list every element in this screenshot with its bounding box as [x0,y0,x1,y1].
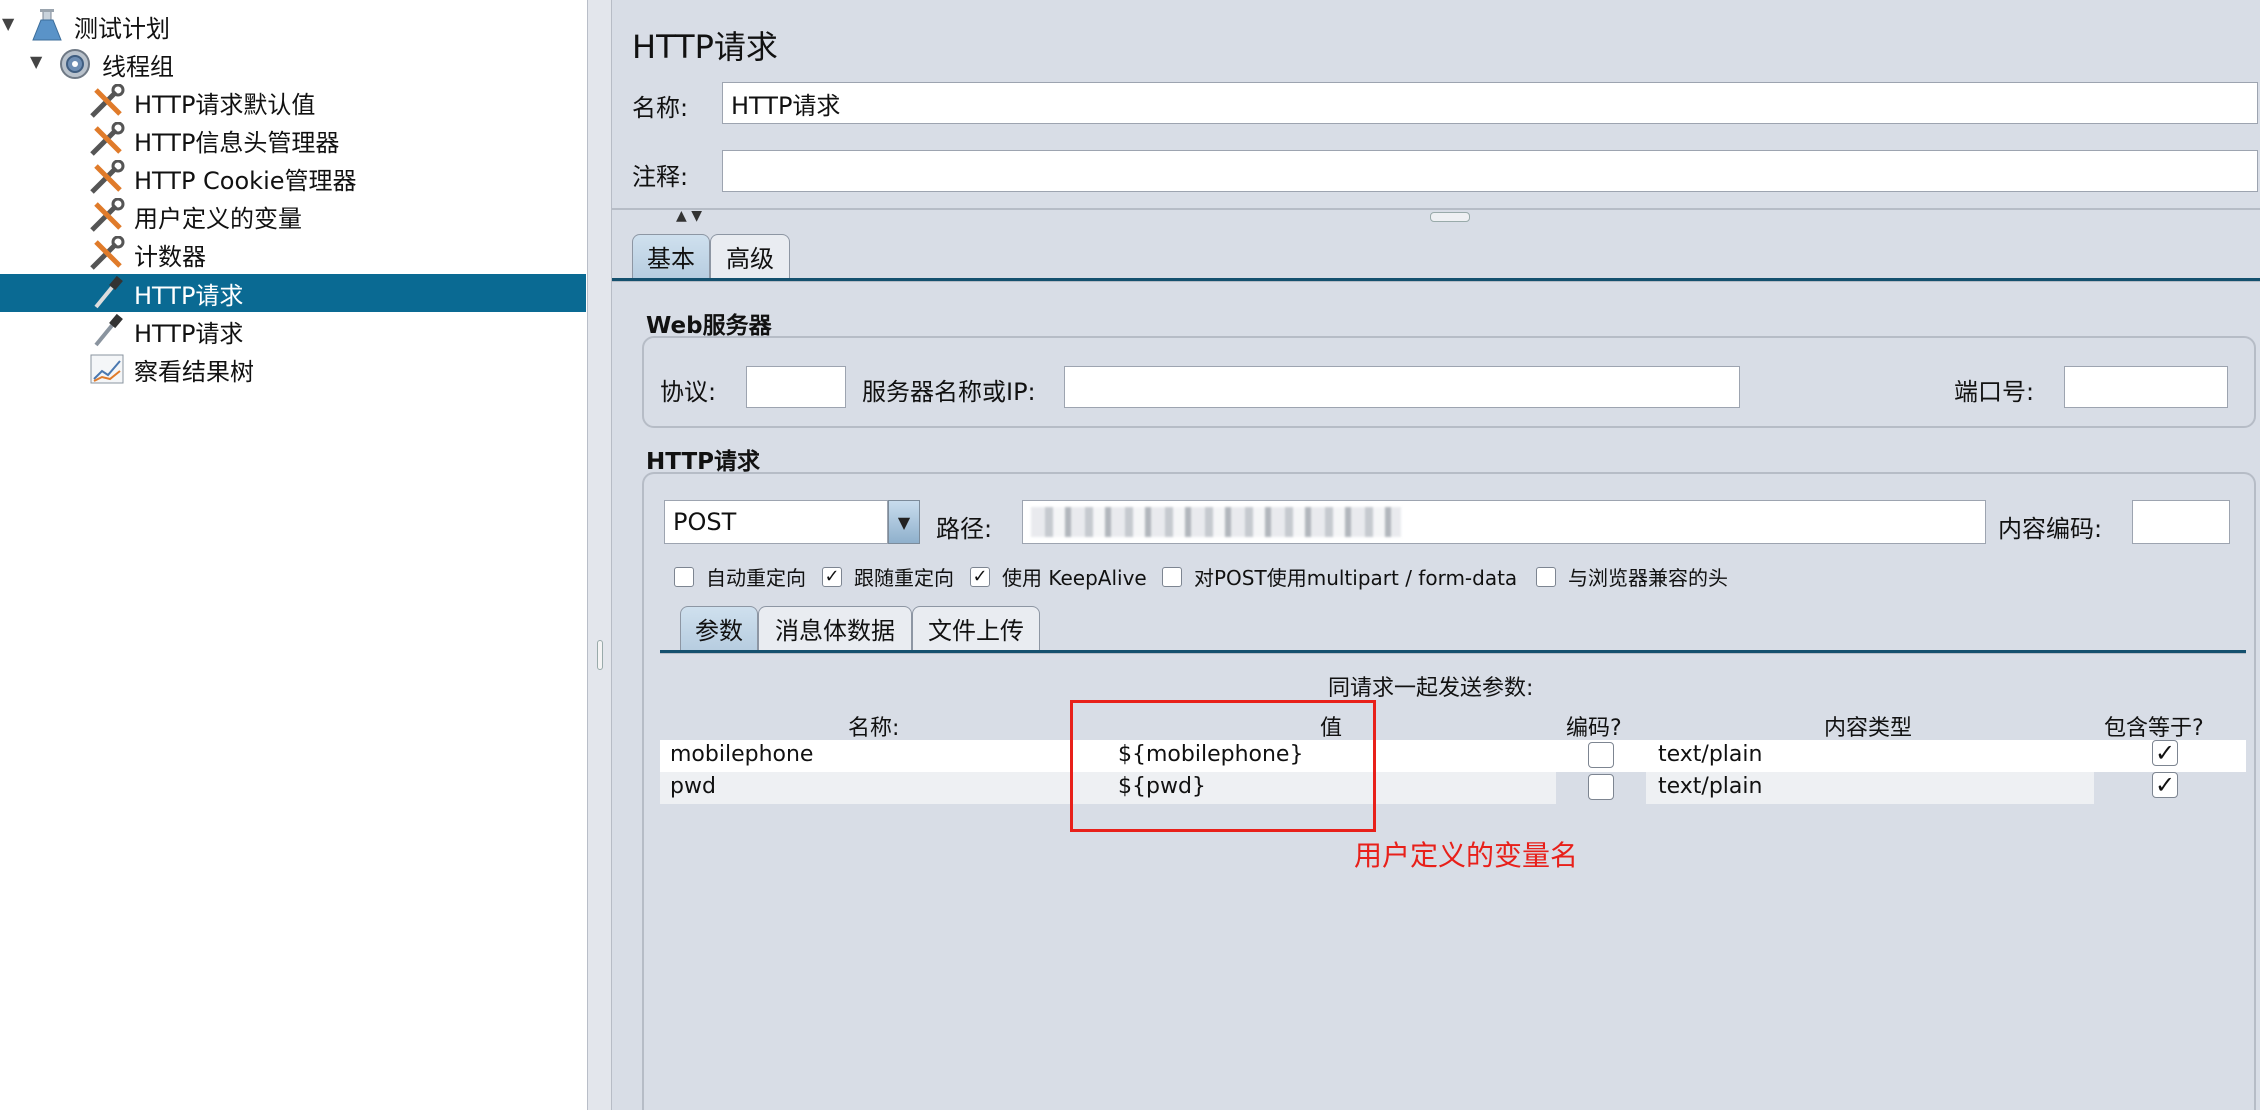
tab-body-data[interactable]: 消息体数据 [758,606,912,650]
auto-redirect-checkbox[interactable] [674,566,694,587]
tab-basic[interactable]: 基本 [632,234,710,278]
method-select-value: POST [673,508,737,536]
config-wrench-icon [88,197,126,234]
sub-tab-underline [660,650,2246,654]
tree-item-user-variables[interactable]: 用户定义的变量 [88,197,302,234]
tree-item-results-tree[interactable]: 察看结果树 [88,351,254,387]
param-encode-checkbox[interactable] [1588,742,1614,768]
content-encoding-label: 内容编码: [1998,515,2103,543]
config-wrench-icon [88,235,126,272]
tree-item-cookie-manager[interactable]: HTTP Cookie管理器 [88,159,357,196]
config-wrench-icon [88,121,126,158]
test-plan-tree[interactable]: ▼ 测试计划 ▼ 线程组 HTTP请求默认值 HTTP信息头管理器 HTTP C… [0,0,588,1110]
option-label: 与浏览器兼容的头 [1568,566,1728,590]
pane-splitter[interactable] [588,0,612,1110]
option-follow-redirects[interactable]: ✓ 跟随重定向 [822,562,954,591]
tree-item-http-defaults[interactable]: HTTP请求默认值 [88,83,316,120]
expand-triangle-icon[interactable]: ▼ [30,52,42,71]
tree-item-label: 线程组 [102,52,174,81]
tree-item-label: 计数器 [134,242,206,271]
port-input[interactable] [2064,366,2228,408]
path-redacted-blur [1031,507,1401,537]
option-keepalive[interactable]: ✓ 使用 KeepAlive [970,562,1147,591]
table-row[interactable] [660,772,2246,804]
path-input[interactable] [1022,500,1986,544]
expand-triangle-icon[interactable]: ▼ [2,14,14,33]
section-divider [612,208,2260,210]
method-dropdown-chevron-icon[interactable]: ▼ [888,500,920,544]
param-name-cell[interactable]: pwd [670,774,716,799]
page-title: HTTP请求 [632,28,778,66]
name-input[interactable]: HTTP请求 [722,82,2258,124]
divider-grip[interactable] [1430,212,1470,222]
tab-underline [612,278,2260,282]
port-label: 端口号: [1954,378,2035,406]
tree-item-counter[interactable]: 计数器 [88,235,206,272]
path-label: 路径: [936,515,993,543]
option-auto-redirect[interactable]: 自动重定向 [674,562,806,591]
keepalive-checkbox[interactable]: ✓ [970,566,990,587]
sampler-pipette-icon [88,313,126,349]
param-content-type-cell[interactable]: text/plain [1658,774,1762,799]
protocol-label: 协议: [660,378,717,406]
config-wrench-icon [88,83,126,120]
splitter-grip[interactable] [597,640,603,670]
listener-graph-icon [88,351,126,387]
test-plan-flask-icon [28,8,66,44]
column-header-include-equals: 包含等于? [2104,716,2204,741]
column-header-encode: 编码? [1566,716,1622,741]
browser-compatible-checkbox[interactable] [1536,566,1556,587]
option-label: 跟随重定向 [854,566,954,590]
annotation-text: 用户定义的变量名 [1354,839,1579,872]
tree-item-label: HTTP请求 [134,319,244,348]
server-label: 服务器名称或IP: [862,378,1036,406]
sampler-pipette-icon [88,275,126,311]
web-server-title: Web服务器 [646,313,772,339]
option-label: 自动重定向 [706,566,806,590]
annotation-highlight-box [1070,700,1376,832]
config-wrench-icon [88,159,126,196]
tree-item-label: HTTP Cookie管理器 [134,166,357,195]
follow-redirects-checkbox[interactable]: ✓ [822,566,842,587]
tree-item-header-manager[interactable]: HTTP信息头管理器 [88,121,340,158]
param-include-equals-checkbox[interactable]: ✓ [2152,771,2178,799]
tree-item-label: 用户定义的变量 [134,204,302,233]
column-header-name: 名称: [848,716,900,741]
option-browser-compatible[interactable]: 与浏览器兼容的头 [1536,562,1728,591]
tree-item-label: 测试计划 [74,14,170,43]
tree-item-test-plan[interactable]: 测试计划 [28,8,170,44]
method-select[interactable]: POST [664,500,888,544]
param-name-cell[interactable]: mobilephone [670,742,813,767]
collapse-arrows-icon[interactable]: ▲ ▼ [676,208,702,224]
params-caption: 同请求一起发送参数: [1328,676,1534,701]
tree-item-http-request-selected[interactable]: HTTP请求 [88,275,243,311]
option-multipart[interactable]: 对POST使用multipart / form-data [1162,562,1517,591]
http-request-panel: HTTP请求 名称: HTTP请求 注释: ▲ ▼ 基本 高级 Web服务器 协… [612,0,2260,1110]
param-encode-checkbox[interactable] [1588,774,1614,800]
tree-item-label: HTTP信息头管理器 [134,128,340,157]
param-content-type-cell[interactable]: text/plain [1658,742,1762,767]
content-encoding-input[interactable] [2132,500,2230,544]
tree-item-label: HTTP请求默认值 [134,90,316,119]
tab-parameters[interactable]: 参数 [680,606,758,650]
table-row[interactable] [660,740,2246,772]
server-input[interactable] [1064,366,1740,408]
protocol-input[interactable] [746,366,846,408]
comment-label: 注释: [632,163,689,191]
tree-item-label: 察看结果树 [134,357,254,386]
comment-input[interactable] [722,150,2258,192]
option-label: 对POST使用multipart / form-data [1194,566,1518,590]
thread-group-gear-icon [56,46,94,82]
http-request-group-title: HTTP请求 [646,449,761,475]
option-label: 使用 KeepAlive [1002,566,1147,590]
tree-item-http-request[interactable]: HTTP请求 [88,313,243,349]
name-label: 名称: [632,94,689,122]
column-header-content-type: 内容类型 [1824,716,1913,741]
tree-item-label: HTTP请求 [134,281,244,310]
multipart-checkbox[interactable] [1162,566,1182,587]
param-include-equals-checkbox[interactable]: ✓ [2152,739,2178,767]
tree-item-thread-group[interactable]: 线程组 [56,46,174,82]
tab-file-upload[interactable]: 文件上传 [912,606,1040,650]
tab-advanced[interactable]: 高级 [710,234,790,278]
